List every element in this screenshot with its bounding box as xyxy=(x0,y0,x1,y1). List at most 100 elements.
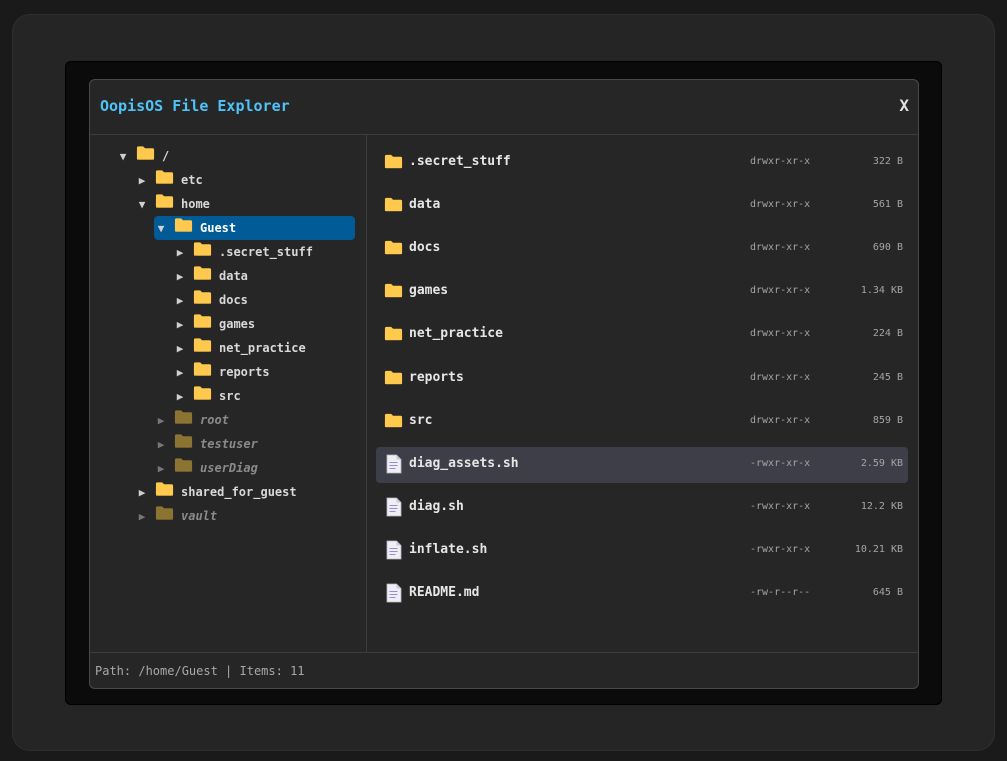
close-button[interactable]: X xyxy=(899,96,909,115)
tree-item[interactable]: ▶ reports xyxy=(173,360,270,384)
tree-item[interactable]: ▶ data xyxy=(173,264,248,288)
tree-item[interactable]: ▶ userDiag xyxy=(154,456,258,480)
file-size: 10.21 KB xyxy=(854,543,903,555)
folder-icon xyxy=(174,433,193,457)
tree-item[interactable]: ▼ Guest xyxy=(154,216,355,240)
caret-right-icon[interactable]: ▶ xyxy=(154,457,168,481)
file-row[interactable]: games drwxr-xr-x 1.34 KB xyxy=(376,274,908,310)
file-name: diag_assets.sh xyxy=(409,455,519,471)
file-size: 322 B xyxy=(872,156,903,167)
folder-icon xyxy=(174,217,193,241)
folder-icon xyxy=(174,409,193,433)
caret-down-icon[interactable]: ▼ xyxy=(116,145,130,169)
caret-right-icon[interactable]: ▶ xyxy=(173,313,187,337)
status-bar: Path: /home/Guest | Items: 11 xyxy=(90,652,918,688)
file-permissions: drwxr-xr-x xyxy=(750,199,811,211)
file-permissions: -rwxr-xr-x xyxy=(750,500,811,512)
caret-down-icon[interactable]: ▼ xyxy=(135,193,149,217)
caret-right-icon[interactable]: ▶ xyxy=(173,361,187,385)
tree-item[interactable]: ▼ / xyxy=(116,144,169,168)
tree-item[interactable]: ▶ docs xyxy=(173,288,248,312)
folder-icon xyxy=(384,153,403,174)
folder-icon xyxy=(384,369,403,390)
tree-item[interactable]: ▶ testuser xyxy=(154,432,258,456)
file-row[interactable]: README.md -rw-r--r-- 645 B xyxy=(376,576,908,612)
tree-item-label: docs xyxy=(219,293,248,307)
file-name: games xyxy=(409,283,449,299)
file-size: 645 B xyxy=(872,587,903,598)
caret-right-icon[interactable]: ▶ xyxy=(173,241,187,265)
file-size: 2.59 KB xyxy=(860,457,903,469)
caret-right-icon[interactable]: ▶ xyxy=(135,169,149,193)
file-name: reports xyxy=(409,369,464,385)
status-text: Path: /home/Guest | Items: 11 xyxy=(95,664,305,678)
caret-right-icon[interactable]: ▶ xyxy=(135,505,149,529)
file-size: 561 B xyxy=(872,199,903,211)
file-row[interactable]: diag.sh -rwxr-xr-x 12.2 KB xyxy=(376,490,908,526)
caret-right-icon[interactable]: ▶ xyxy=(154,409,168,433)
tree-item[interactable]: ▶ shared_for_guest xyxy=(135,480,297,504)
file-name: src xyxy=(409,412,433,428)
tree-item[interactable]: ▶ vault xyxy=(135,504,217,528)
file-icon xyxy=(386,540,402,564)
file-size: 12.2 KB xyxy=(860,500,903,512)
folder-icon xyxy=(155,169,174,193)
file-row[interactable]: net_practice drwxr-xr-x 224 B xyxy=(376,317,908,353)
caret-right-icon[interactable]: ▶ xyxy=(154,433,168,457)
title-bar: OopisOS File Explorer X xyxy=(90,80,918,135)
folder-icon xyxy=(174,457,193,481)
caret-right-icon[interactable]: ▶ xyxy=(173,289,187,313)
caret-right-icon[interactable]: ▶ xyxy=(135,481,149,505)
tree-item[interactable]: ▶ src xyxy=(173,384,241,408)
file-row[interactable]: reports drwxr-xr-x 245 B xyxy=(376,361,908,397)
file-permissions: -rwxr-xr-x xyxy=(750,457,811,469)
caret-right-icon[interactable]: ▶ xyxy=(173,337,187,361)
folder-icon xyxy=(193,265,212,289)
folder-icon xyxy=(384,412,403,433)
folder-icon xyxy=(384,239,403,260)
file-permissions: drwxr-xr-x xyxy=(750,285,811,297)
file-row[interactable]: data drwxr-xr-x 561 B xyxy=(376,188,908,224)
file-row[interactable]: inflate.sh -rwxr-xr-x 10.21 KB xyxy=(376,533,908,569)
folder-icon xyxy=(155,481,174,505)
file-row[interactable]: .secret_stuff drwxr-xr-x 322 B xyxy=(376,145,908,181)
file-permissions: drwxr-xr-x xyxy=(750,156,811,167)
file-row[interactable]: docs drwxr-xr-x 690 B xyxy=(376,231,908,267)
file-size: 690 B xyxy=(872,242,903,254)
tree-item-label: home xyxy=(181,197,210,211)
tree-item[interactable]: ▶ root xyxy=(154,408,229,432)
tree-item-label: / xyxy=(162,149,170,163)
file-name: README.md xyxy=(409,585,480,600)
tree-item[interactable]: ▶ games xyxy=(173,312,255,336)
file-permissions: drwxr-xr-x xyxy=(750,242,811,254)
file-permissions: drwxr-xr-x xyxy=(750,414,811,426)
tree-item[interactable]: ▼ home xyxy=(135,192,210,216)
file-name: data xyxy=(409,197,441,213)
folder-icon xyxy=(136,145,155,169)
tree-item[interactable]: ▶ net_practice xyxy=(173,336,306,360)
file-list: .secret_stuff drwxr-xr-x 322 B data drwxr-xr… xyxy=(367,135,918,652)
caret-right-icon[interactable]: ▶ xyxy=(173,385,187,409)
caret-down-icon[interactable]: ▼ xyxy=(154,217,168,241)
folder-icon xyxy=(155,193,174,217)
file-name: net_practice xyxy=(409,326,503,342)
tree-item[interactable]: ▶ etc xyxy=(135,168,203,192)
folder-icon xyxy=(193,385,212,409)
file-name: docs xyxy=(409,240,441,256)
file-row[interactable]: diag_assets.sh -rwxr-xr-x 2.59 KB xyxy=(376,446,908,483)
folder-icon xyxy=(384,282,403,303)
folder-icon xyxy=(193,313,212,337)
file-name: inflate.sh xyxy=(409,541,488,557)
caret-right-icon[interactable]: ▶ xyxy=(173,265,187,289)
folder-icon xyxy=(193,361,212,385)
file-row[interactable]: src drwxr-xr-x 859 B xyxy=(376,404,908,440)
file-icon xyxy=(386,583,402,607)
folder-icon xyxy=(193,337,212,361)
tree-item-label: root xyxy=(200,413,229,427)
tree-item[interactable]: ▶ .secret_stuff xyxy=(173,240,313,264)
tree-item-label: userDiag xyxy=(200,461,258,475)
tree-item-label: shared_for_guest xyxy=(181,485,297,499)
tree-item-label: vault xyxy=(181,509,218,523)
file-name: diag.sh xyxy=(409,498,464,514)
file-size: 1.34 KB xyxy=(860,285,903,297)
